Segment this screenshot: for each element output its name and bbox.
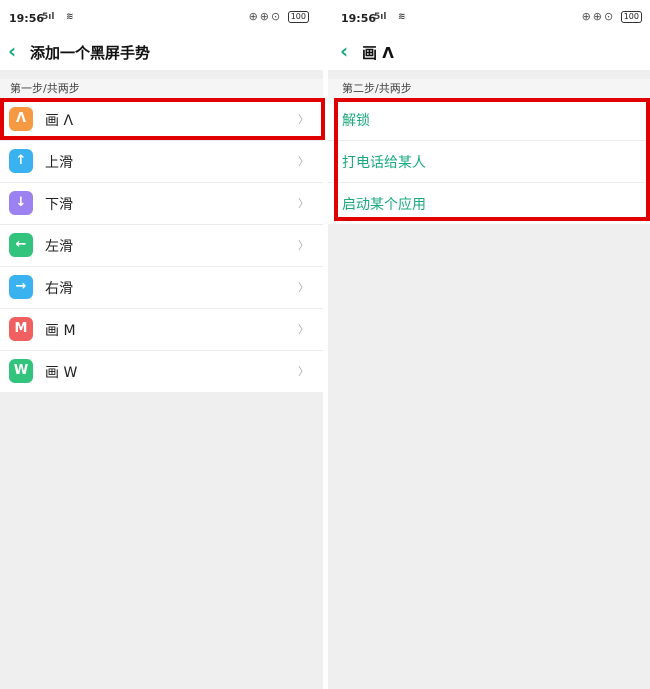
gesture-item[interactable]: → 右滑 〉: [0, 267, 323, 309]
chevron-right-icon: 〉: [298, 197, 309, 210]
chevron-right-icon: 〉: [298, 155, 309, 168]
left-screen: 19:56 5ıl ≋ ⊕⊕⊙ 100 ‹ 添加一个黑屏手势 第一步/共两步 Λ…: [0, 0, 323, 689]
chevron-right-icon: 〉: [298, 113, 309, 126]
battery-icon: 100: [287, 11, 309, 23]
status-icons: ⊕⊕⊙ 100: [582, 10, 642, 23]
chevron-right-icon: 〉: [298, 239, 309, 252]
chevron-right-icon: 〉: [298, 281, 309, 294]
action-item-label: 启动某个应用: [342, 197, 426, 213]
back-icon[interactable]: ‹: [8, 39, 16, 63]
gesture-item-label: 左滑: [45, 239, 73, 255]
action-item-label: 打电话给某人: [342, 155, 426, 171]
letter-m-icon: M: [9, 317, 33, 341]
status-glyphs: ⊕⊕⊙: [248, 10, 283, 23]
gesture-item-label: 下滑: [45, 197, 73, 213]
gesture-item[interactable]: ↑ 上滑 〉: [0, 141, 323, 183]
right-screen: 19:56 5ıl ≋ ⊕⊕⊙ 100 ‹ 画 Λ 第二步/共两步 解锁打电话给…: [328, 0, 650, 689]
page-title: 画 Λ: [362, 44, 394, 62]
signal-icon: 5ıl: [42, 12, 55, 22]
caret-icon: Λ: [9, 107, 33, 131]
status-icons: ⊕⊕⊙ 100: [249, 10, 309, 23]
gesture-item[interactable]: ← 左滑 〉: [0, 225, 323, 267]
gesture-item-label: 画 Λ: [45, 113, 74, 129]
gesture-item[interactable]: W 画 W 〉: [0, 351, 323, 392]
action-item[interactable]: 解锁: [328, 99, 650, 141]
gesture-item[interactable]: Λ 画 Λ 〉: [0, 99, 323, 141]
wifi-icon: ≋: [398, 12, 406, 22]
gesture-item-label: 上滑: [45, 155, 73, 171]
action-list: 解锁打电话给某人 启动某个应用: [328, 99, 650, 224]
step-label: 第二步/共两步: [328, 79, 650, 99]
gesture-item[interactable]: M 画 M 〉: [0, 309, 323, 351]
page-title: 添加一个黑屏手势: [30, 44, 151, 62]
status-bar: 19:56 5ıl ≋ ⊕⊕⊙ 100: [0, 0, 323, 34]
action-item[interactable]: 打电话给某人: [328, 141, 650, 183]
gesture-item-label: 画 M: [45, 323, 76, 339]
header: ‹ 添加一个黑屏手势: [0, 34, 323, 70]
battery-icon: 100: [620, 11, 642, 23]
status-time: 19:56: [9, 12, 45, 25]
letter-w-icon: W: [9, 359, 33, 383]
arrow-down-icon: ↓: [9, 191, 33, 215]
header: ‹ 画 Λ: [328, 34, 650, 70]
step-label: 第一步/共两步: [0, 79, 323, 99]
status-time: 19:56: [341, 12, 377, 25]
gesture-item[interactable]: ↓ 下滑 〉: [0, 183, 323, 225]
gesture-item-label: 右滑: [45, 281, 73, 297]
arrow-left-icon: ←: [9, 233, 33, 257]
status-bar: 19:56 5ıl ≋ ⊕⊕⊙ 100: [328, 0, 650, 34]
arrow-up-icon: ↑: [9, 149, 33, 173]
chevron-right-icon: 〉: [298, 323, 309, 336]
back-icon[interactable]: ‹: [340, 39, 348, 63]
gesture-list: Λ画 Λ 〉 ↑ 上滑〉 ↓ 下滑〉 ← 左滑〉 → 右滑〉 M 画 M 〉 W 画 W 〉: [0, 99, 323, 392]
gesture-item-label: 画 W: [45, 365, 78, 381]
signal-icon: 5ıl: [374, 12, 387, 22]
action-item[interactable]: 启动某个应用: [328, 183, 650, 224]
wifi-icon: ≋: [66, 12, 74, 22]
arrow-right-icon: →: [9, 275, 33, 299]
status-glyphs: ⊕⊕⊙: [581, 10, 616, 23]
action-item-label: 解锁: [342, 113, 370, 129]
chevron-right-icon: 〉: [298, 365, 309, 378]
